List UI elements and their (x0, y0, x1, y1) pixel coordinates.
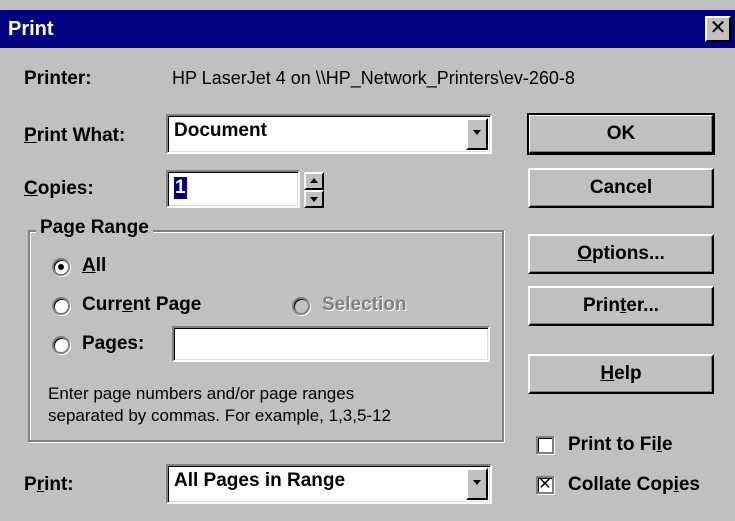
pages-post: es: (116, 333, 145, 354)
copies-mnemonic: C (24, 178, 38, 199)
pages-mnemonic: g (105, 333, 117, 354)
collate-copies-checkbox[interactable]: ✕ (536, 476, 554, 494)
window-title: Print (8, 18, 54, 40)
print-what-select[interactable]: Document (166, 114, 492, 154)
cancel-button[interactable]: Cancel (528, 168, 714, 208)
printer-btn-post: er... (626, 295, 660, 316)
print-what-value: Document (174, 120, 267, 141)
pages-input[interactable] (172, 326, 490, 362)
radio-all-mnemonic: A (82, 255, 96, 276)
radio-pages-label[interactable]: Pages: (82, 333, 144, 355)
print-to-file-label[interactable]: Print to File (568, 434, 673, 456)
radio-selection[interactable] (292, 297, 310, 315)
spin-up-icon[interactable] (304, 172, 324, 190)
help-mnemonic: H (600, 363, 615, 384)
help-text-line2: separated by commas. For example, 1,3,5-… (48, 406, 391, 425)
checkmark-icon: ✕ (538, 476, 552, 493)
print-what-label-rest: rint What: (36, 125, 126, 146)
options-mnemonic: O (577, 243, 592, 264)
current-page-pre: Curr (82, 294, 123, 315)
print-label: Print: (24, 474, 74, 496)
page-range-title: Page Range (36, 217, 153, 239)
radio-current-page[interactable] (52, 297, 70, 315)
print-value: All Pages in Range (174, 470, 346, 491)
collate-post: es (678, 474, 700, 495)
current-page-post: nt Page (132, 294, 202, 315)
radio-all[interactable] (52, 258, 70, 276)
print-what-mnemonic: P (24, 125, 37, 146)
collate-pre: Collate Cop (568, 474, 674, 495)
spin-down-icon[interactable] (304, 190, 324, 208)
copies-input[interactable]: 1 (166, 170, 300, 208)
close-icon: ✕ (709, 17, 727, 39)
printer-btn-pre: Prin (582, 295, 620, 316)
radio-current-page-label[interactable]: Current Page (82, 294, 201, 316)
print-to-file-checkbox[interactable] (536, 436, 554, 454)
printer-value: HP LaserJet 4 on \\HP_Network_Printers\e… (172, 68, 575, 88)
title-bar: Print ✕ (0, 10, 735, 48)
ok-button[interactable]: OK (527, 113, 715, 155)
pages-pre: Pa (82, 333, 106, 354)
print-label-mnemonic: r (36, 474, 45, 495)
help-text-line1: Enter page numbers and/or page ranges (48, 384, 355, 403)
printer-label: Printer: (24, 68, 92, 89)
help-rest: elp (614, 363, 642, 384)
printer-button[interactable]: Prin t er... (528, 286, 714, 326)
radio-pages[interactable] (52, 336, 70, 354)
radio-all-rest: ll (95, 255, 107, 276)
print-what-label: Print What: (24, 125, 125, 147)
close-button[interactable]: ✕ (705, 16, 731, 42)
help-button[interactable]: Help (528, 354, 714, 394)
print-label-post: int: (44, 474, 74, 495)
collate-copies-label[interactable]: Collate Copies (568, 474, 700, 496)
print-select[interactable]: All Pages in Range (166, 464, 492, 504)
chevron-down-icon[interactable] (466, 468, 488, 500)
options-rest: ptions... (591, 243, 665, 264)
radio-selection-label[interactable]: Selection (322, 294, 406, 316)
chevron-down-icon[interactable] (466, 118, 488, 150)
radio-all-label[interactable]: All (82, 255, 106, 277)
copies-value: 1 (174, 177, 187, 199)
current-page-mnemonic: e (122, 294, 133, 315)
print-label-pre: P (24, 474, 37, 495)
copies-label: Copies: (24, 178, 94, 200)
options-button[interactable]: Options... (528, 234, 714, 274)
copies-label-rest: opies: (37, 178, 94, 199)
print-to-file-pre: Print to Fi (568, 434, 657, 455)
print-to-file-post: e (661, 434, 673, 455)
